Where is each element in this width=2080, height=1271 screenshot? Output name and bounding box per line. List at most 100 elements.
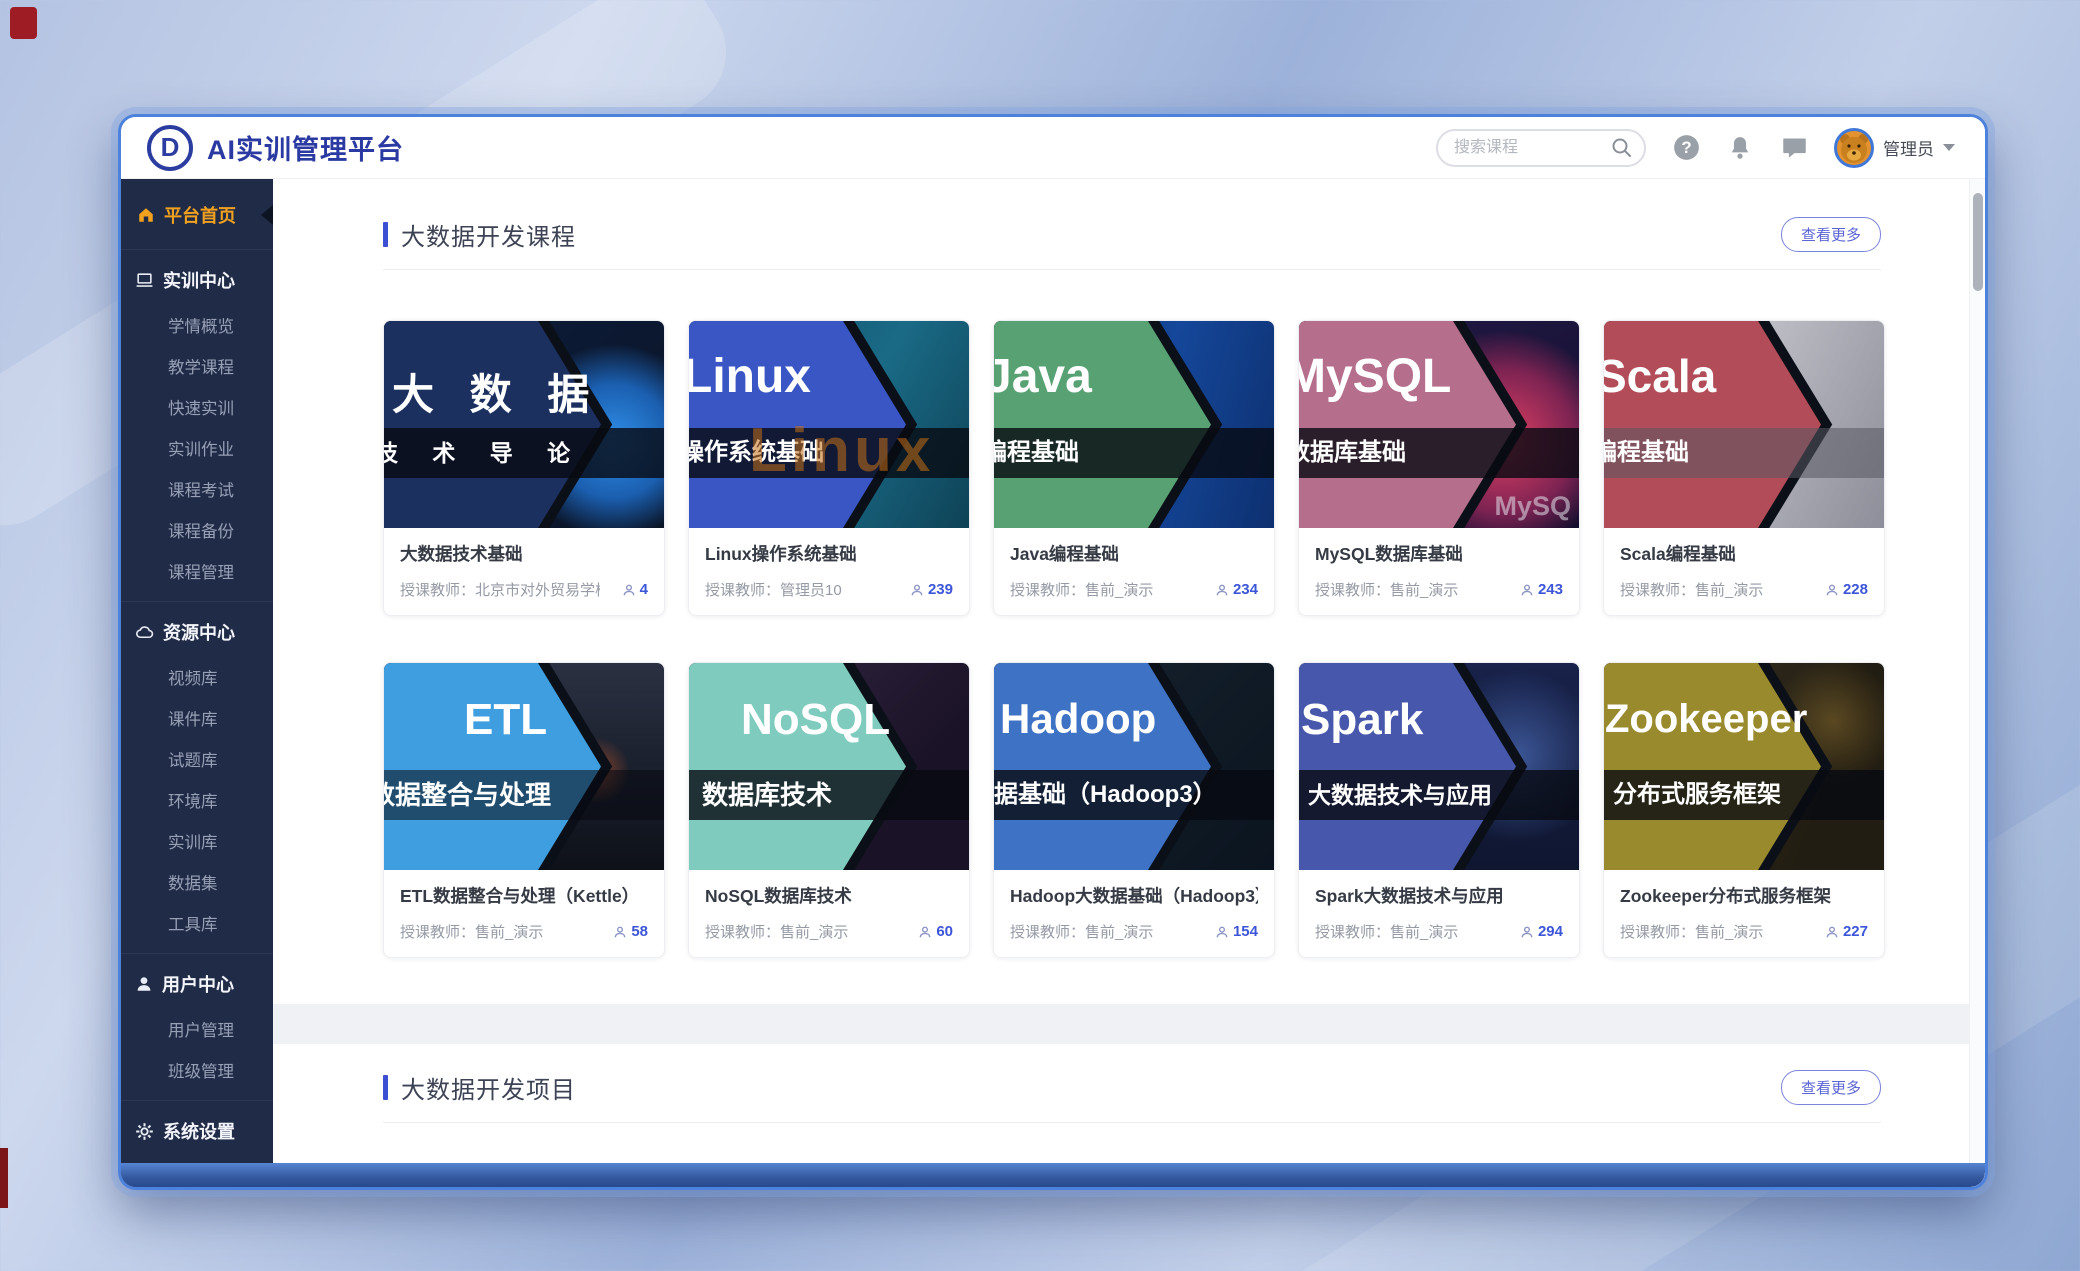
course-card[interactable]: Hadoop 大数据基础（Hadoop3） Hadoop大数据基础（Hadoop… <box>993 662 1275 958</box>
course-title: Java编程基础 <box>1010 541 1258 566</box>
sidebar-item-home[interactable]: 平台首页 <box>121 191 273 239</box>
user-menu[interactable]: 管理员 <box>1834 128 1955 168</box>
course-title: MySQL数据库基础 <box>1315 541 1563 566</box>
user-icon <box>135 975 153 993</box>
cover-title: Scala <box>1604 349 1716 403</box>
divider <box>121 601 273 602</box>
course-card[interactable]: MySQ MySQL 数据库基础 MySQL数据库基础 授课教师：售前_演示 2… <box>1298 320 1580 616</box>
cover-subtitle: 技 术 导 论 <box>384 428 584 478</box>
student-count: 58 <box>631 923 648 940</box>
sidebar-group-training[interactable]: 实训中心 <box>121 256 273 304</box>
sidebar-group-label: 实训中心 <box>163 267 235 293</box>
cover-subtitle: 大数据技术与应用 <box>1308 770 1492 820</box>
avatar[interactable] <box>1834 128 1874 168</box>
sidebar-item[interactable]: 课程备份 <box>121 509 273 550</box>
scrollbar-thumb[interactable] <box>1973 193 1983 291</box>
course-teacher: 授课教师：售前_演示 <box>400 921 543 942</box>
student-count: 154 <box>1233 923 1258 940</box>
sidebar-item[interactable]: 学情概览 <box>121 304 273 345</box>
course-card[interactable]: Spark 大数据技术与应用 Spark大数据技术与应用 授课教师：售前_演示 … <box>1298 662 1580 958</box>
sidebar-item[interactable]: 课件库 <box>121 697 273 738</box>
sidebar-item[interactable]: 环境库 <box>121 779 273 820</box>
sidebar-item[interactable]: 课程管理 <box>121 550 273 591</box>
view-more-button[interactable]: 查看更多 <box>1781 1070 1881 1105</box>
sidebar-item[interactable]: 视频库 <box>121 656 273 697</box>
student-count: 60 <box>936 923 953 940</box>
message-icon[interactable] <box>1780 134 1808 162</box>
student-count: 243 <box>1538 581 1563 598</box>
sidebar-item[interactable]: 实训库 <box>121 820 273 861</box>
sidebar-item[interactable]: 试题库 <box>121 738 273 779</box>
cover-title: Java <box>994 349 1092 404</box>
cover-subtitle: 数据库技术 <box>702 770 832 820</box>
cover-watermark: MySQ <box>1494 491 1571 522</box>
person-icon <box>918 925 932 939</box>
scrollbar-track[interactable] <box>1969 179 1985 1190</box>
window-bottom-frame <box>121 1163 1985 1187</box>
person-icon <box>1825 925 1839 939</box>
sidebar-item[interactable]: 快速实训 <box>121 386 273 427</box>
sidebar-item[interactable]: 用户管理 <box>121 1008 273 1049</box>
cover-chevron <box>1604 663 1884 870</box>
course-teacher: 授课教师：售前_演示 <box>1620 579 1763 600</box>
course-teacher: 授课教师：售前_演示 <box>1010 921 1153 942</box>
person-icon <box>1215 583 1229 597</box>
course-card[interactable]: Linux Linux 操作系统基础 Linux操作系统基础 授课教师：管理员1… <box>688 320 970 616</box>
sidebar-item[interactable]: 课程考试 <box>121 468 273 509</box>
student-count: 234 <box>1233 581 1258 598</box>
view-more-button[interactable]: 查看更多 <box>1781 217 1881 252</box>
course-teacher: 授课教师：售前_演示 <box>1010 579 1153 600</box>
course-title: Linux操作系统基础 <box>705 541 953 566</box>
course-teacher: 授课教师：售前_演示 <box>1315 579 1458 600</box>
person-icon <box>1215 925 1229 939</box>
user-name: 管理员 <box>1883 135 1934 160</box>
course-card[interactable]: ETL 数据整合与处理 ETL数据整合与处理（Kettle） 授课教师：售前_演… <box>383 662 665 958</box>
sidebar: 平台首页 实训中心 学情概览 教学课程 快速实训 实训作业 课程考试 课程备份 … <box>121 179 273 1190</box>
course-card[interactable]: Scala 编程基础 Scala编程基础 授课教师：售前_演示 228 <box>1603 320 1885 616</box>
sidebar-item[interactable]: 工具库 <box>121 902 273 943</box>
sidebar-item[interactable]: 班级管理 <box>121 1049 273 1090</box>
cover-subtitle: 分布式服务框架 <box>1613 770 1781 820</box>
sidebar-group-label: 资源中心 <box>163 619 235 645</box>
divider <box>121 249 273 250</box>
sidebar-item[interactable]: 教学课程 <box>121 345 273 386</box>
cover-subtitle: 大数据基础（Hadoop3） <box>994 770 1217 820</box>
person-icon <box>622 583 636 597</box>
chevron-down-icon <box>1943 144 1955 151</box>
person-icon <box>1520 925 1534 939</box>
active-arrow-icon <box>261 205 273 225</box>
divider <box>121 953 273 954</box>
bell-icon[interactable] <box>1726 134 1754 162</box>
sidebar-item[interactable]: 实训作业 <box>121 427 273 468</box>
course-cover: Linux Linux 操作系统基础 <box>689 321 969 528</box>
student-count: 227 <box>1843 923 1868 940</box>
person-icon <box>1825 583 1839 597</box>
courses-section: 大数据开发课程 查看更多 大 数 据 技 术 导 论 <box>273 179 1969 1004</box>
cover-subtitle: 编程基础 <box>994 428 1079 478</box>
sidebar-group-settings[interactable]: 系统设置 <box>121 1107 273 1155</box>
sidebar-group-resources[interactable]: 资源中心 <box>121 608 273 656</box>
course-teacher: 授课教师：售前_演示 <box>1315 921 1458 942</box>
course-card[interactable]: Zookeeper 分布式服务框架 Zookeeper分布式服务框架 授课教师：… <box>1603 662 1885 958</box>
app-window: D AI实训管理平台 ? 管理员 <box>118 114 1988 1190</box>
cover-title: Linux <box>689 349 811 404</box>
course-cover: Zookeeper 分布式服务框架 <box>1604 663 1884 870</box>
main-content: 大数据开发课程 查看更多 大 数 据 技 术 导 论 <box>273 179 1985 1190</box>
course-teacher: 授课教师：售前_演示 <box>705 921 848 942</box>
course-card[interactable]: 大 数 据 技 术 导 论 大数据技术基础 授课教师：北京市对外贸易学校教...… <box>383 320 665 616</box>
search-box[interactable] <box>1436 129 1646 167</box>
sidebar-group-label: 用户中心 <box>162 971 234 997</box>
section-title: 大数据开发项目 <box>401 1070 576 1105</box>
desktop-corner-decoration <box>10 7 37 39</box>
sidebar-item-label: 平台首页 <box>164 202 236 228</box>
cover-title: 大 数 据 <box>392 361 601 422</box>
search-icon[interactable] <box>1610 136 1634 160</box>
cover-title: MySQL <box>1299 349 1451 404</box>
course-card[interactable]: NoSQL 数据库技术 NoSQL数据库技术 授课教师：售前_演示 60 <box>688 662 970 958</box>
sidebar-group-users[interactable]: 用户中心 <box>121 960 273 1008</box>
course-cover: Scala 编程基础 <box>1604 321 1884 528</box>
course-cover: ETL 数据整合与处理 <box>384 663 664 870</box>
course-card[interactable]: Java 编程基础 Java编程基础 授课教师：售前_演示 234 <box>993 320 1275 616</box>
sidebar-item[interactable]: 数据集 <box>121 861 273 902</box>
help-icon[interactable]: ? <box>1672 134 1700 162</box>
